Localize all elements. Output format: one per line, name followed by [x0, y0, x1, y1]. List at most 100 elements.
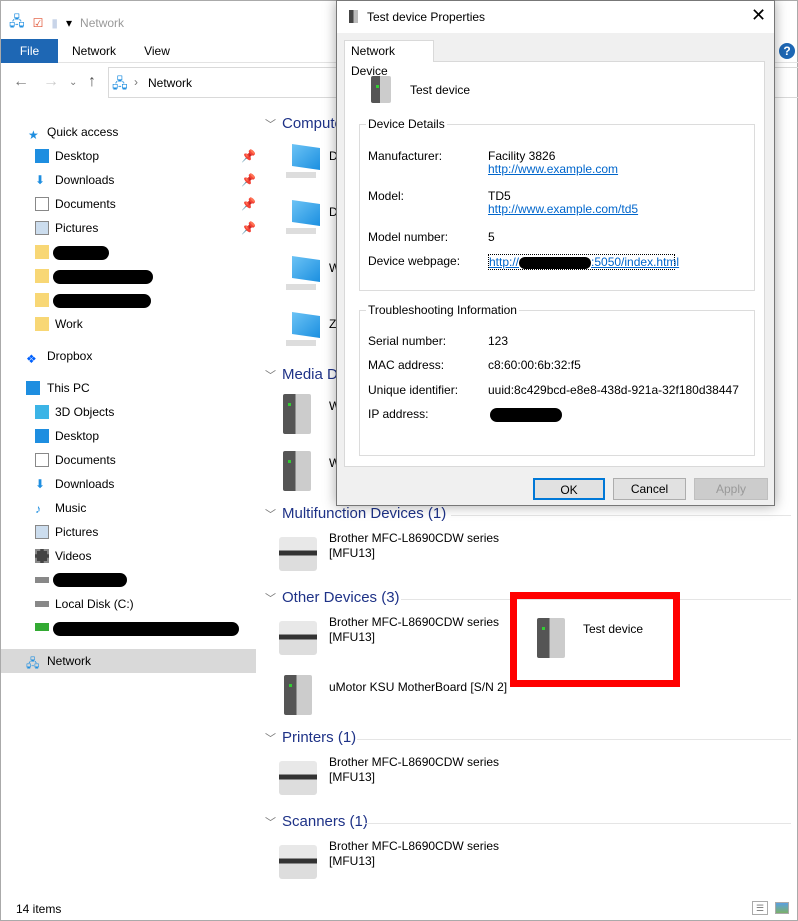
- manufacturer-link[interactable]: http://www.example.com: [488, 162, 618, 176]
- troubleshooting-group: Troubleshooting Information Serial numbe…: [359, 303, 755, 456]
- sidebar-item-downloads[interactable]: ⬇ Downloads 📌: [1, 168, 256, 192]
- group-header-computer[interactable]: ﹀ Compute: [265, 115, 343, 132]
- large-icons-view-button[interactable]: [775, 902, 789, 914]
- other-device-item[interactable]: uMotor KSU MotherBoard [S/N 2]: [329, 680, 507, 695]
- sidebar-item-this-pc[interactable]: This PC: [1, 376, 256, 400]
- sidebar-item-local-disk[interactable]: Local Disk (C:): [1, 592, 256, 616]
- sidebar-item-downloads-pc[interactable]: ⬇ Downloads: [1, 472, 256, 496]
- sidebar-item-videos[interactable]: Videos: [1, 544, 256, 568]
- network-drive-icon: [35, 623, 49, 631]
- pin-icon[interactable]: 📌: [241, 192, 256, 216]
- sidebar-item-3d-objects[interactable]: 3D Objects: [1, 400, 256, 424]
- recent-locations-button[interactable]: ⌄: [69, 77, 77, 88]
- sidebar-item-redacted-folder[interactable]: [1, 240, 256, 264]
- computer-icon: [286, 256, 322, 290]
- server-icon: [284, 675, 312, 715]
- apply-button[interactable]: Apply: [694, 478, 768, 500]
- star-icon: ★: [28, 128, 39, 142]
- folder-icon: [35, 317, 49, 331]
- sidebar-item-pictures[interactable]: Pictures 📌: [1, 216, 256, 240]
- 3d-objects-icon: [35, 405, 49, 419]
- tab-file[interactable]: File: [1, 39, 58, 63]
- other-device-item[interactable]: Brother MFC-L8690CDW series [MFU13]: [329, 615, 499, 645]
- computer-icon: [286, 200, 322, 234]
- group-header-media-devices[interactable]: ﹀ Media De: [265, 366, 346, 383]
- help-icon[interactable]: ?: [779, 43, 795, 59]
- sidebar-item-dropbox[interactable]: ❖ Dropbox: [1, 344, 256, 368]
- highlight-box: [510, 592, 680, 687]
- properties-icon[interactable]: ☑: [33, 16, 44, 30]
- properties-dialog: Test device Properties ✕ Network Device …: [336, 0, 775, 506]
- back-button[interactable]: ←: [13, 73, 29, 91]
- details-view-button[interactable]: ☰: [752, 901, 768, 915]
- tab-network[interactable]: Network: [65, 39, 123, 63]
- tab-network-device[interactable]: Network Device: [344, 40, 434, 78]
- printer-item[interactable]: Brother MFC-L8690CDW series [MFU13]: [329, 755, 499, 785]
- dialog-title-bar: Test device Properties ✕: [337, 1, 774, 33]
- cancel-button[interactable]: Cancel: [613, 478, 686, 500]
- customize-qat-icon[interactable]: ▾: [66, 16, 72, 30]
- test-device-item[interactable]: Test device: [583, 622, 643, 637]
- dialog-title: Test device Properties: [367, 10, 486, 24]
- device-details-group: Device Details Manufacturer: Facility 38…: [359, 117, 755, 291]
- sidebar-item-desktop-pc[interactable]: Desktop: [1, 424, 256, 448]
- drive-icon: [35, 577, 49, 583]
- model-link[interactable]: http://www.example.com/td5: [488, 202, 638, 216]
- new-folder-icon[interactable]: ▮: [51, 16, 58, 30]
- breadcrumb-separator: ›: [134, 75, 138, 89]
- group-header-other-devices[interactable]: ﹀ Other Devices (3): [265, 589, 400, 606]
- up-button[interactable]: ↑: [88, 73, 96, 91]
- printer-icon: [279, 761, 317, 795]
- breadcrumb-network[interactable]: Network: [148, 76, 192, 90]
- sidebar-item-redacted-folder[interactable]: [1, 288, 256, 312]
- sidebar-item-documents-pc[interactable]: Documents: [1, 448, 256, 472]
- scanner-item[interactable]: Brother MFC-L8690CDW series [MFU13]: [329, 839, 499, 869]
- sidebar-item-pictures-pc[interactable]: Pictures: [1, 520, 256, 544]
- dropbox-icon: ❖: [26, 352, 37, 366]
- network-icon: 🖧: [26, 656, 40, 670]
- redaction: [490, 408, 562, 422]
- sidebar-item-quick-access[interactable]: ★ Quick access: [1, 120, 256, 144]
- ok-button[interactable]: OK: [533, 478, 605, 500]
- sidebar-item-music[interactable]: ♪ Music: [1, 496, 256, 520]
- redaction: [53, 246, 109, 260]
- pin-icon[interactable]: 📌: [241, 144, 256, 168]
- tab-panel: Test device Device Details Manufacturer:…: [344, 61, 765, 467]
- sidebar-item-redacted-network-drive[interactable]: [1, 616, 256, 640]
- group-header-multifunction[interactable]: ﹀ Multifunction Devices (1): [265, 505, 446, 522]
- pin-icon[interactable]: 📌: [241, 216, 256, 240]
- drive-icon: [35, 601, 49, 607]
- quick-access-toolbar: 🖧 ☑ ▮ ▾ Network: [9, 13, 124, 33]
- server-icon: [537, 618, 565, 658]
- close-button[interactable]: ✕: [751, 5, 766, 26]
- computer-icon: [286, 144, 322, 178]
- sidebar-item-documents[interactable]: Documents 📌: [1, 192, 256, 216]
- device-webpage-link[interactable]: http://:5050/index.html: [488, 254, 679, 270]
- download-icon: ⬇: [35, 477, 46, 491]
- download-icon: ⬇: [35, 173, 46, 187]
- computer-icon: [286, 312, 322, 346]
- sidebar-item-redacted-drive[interactable]: [1, 568, 256, 592]
- folder-icon: [35, 269, 49, 283]
- desktop-icon: [35, 429, 49, 443]
- redaction: [53, 294, 151, 308]
- group-header-scanners[interactable]: ﹀ Scanners (1): [265, 813, 368, 830]
- desktop-icon: [35, 149, 49, 163]
- pin-icon[interactable]: 📌: [241, 168, 256, 192]
- sidebar-item-desktop[interactable]: Desktop 📌: [1, 144, 256, 168]
- pictures-icon: [35, 525, 49, 539]
- network-icon: 🖧: [9, 13, 25, 29]
- multifunction-item[interactable]: Brother MFC-L8690CDW series [MFU13]: [329, 531, 499, 561]
- status-item-count: 14 items: [16, 902, 62, 916]
- device-name: Test device: [410, 83, 471, 97]
- forward-button[interactable]: →: [43, 73, 59, 91]
- tab-view[interactable]: View: [137, 39, 177, 63]
- sidebar-item-redacted-folder[interactable]: [1, 264, 256, 288]
- group-header-printers[interactable]: ﹀ Printers (1): [265, 729, 356, 746]
- redaction: [53, 573, 127, 587]
- folder-icon: [35, 245, 49, 259]
- documents-icon: [35, 453, 49, 467]
- printer-icon: [279, 845, 317, 879]
- sidebar-item-network[interactable]: 🖧 Network: [1, 649, 256, 673]
- sidebar-item-work[interactable]: Work: [1, 312, 256, 336]
